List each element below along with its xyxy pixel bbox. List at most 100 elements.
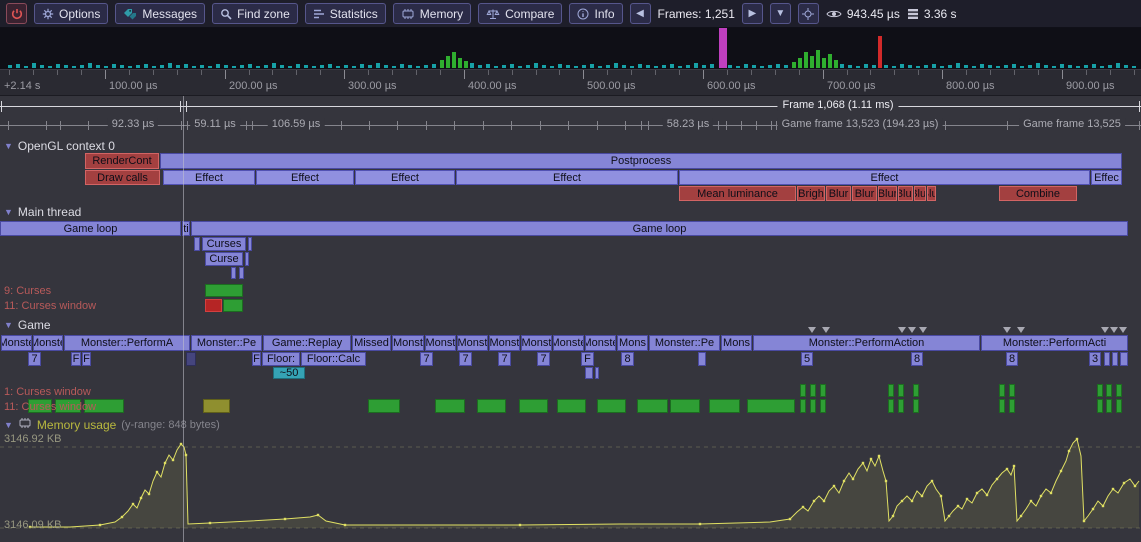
zone-game-loop[interactable]: Game loop [0,221,181,236]
zone-monster-performaction[interactable]: Monster::PerformAction [753,335,980,351]
zone-effect[interactable]: Effect [355,170,455,185]
frame-time-bar[interactable] [160,65,164,68]
zone[interactable] [800,399,806,413]
frame-time-bar[interactable] [1068,65,1072,68]
zone[interactable] [186,352,196,366]
find-zone-button[interactable]: Find zone [212,3,298,24]
frame-time-bar[interactable] [776,64,780,68]
frame-time-bar[interactable] [686,65,690,68]
zone-monst[interactable]: Monst [457,335,488,351]
zone--50[interactable]: ~50 [273,367,305,379]
frame-time-bar[interactable] [834,60,838,68]
frame-time-bar[interactable] [932,64,936,68]
zone-floor-[interactable]: Floor: [262,352,300,366]
zone-blur[interactable]: Blur [878,186,897,201]
zone[interactable] [1116,384,1122,397]
frame-time-bar[interactable] [280,65,284,68]
zone-effect[interactable]: Effect [163,170,255,185]
frame-time-bar[interactable] [1092,64,1096,68]
zone[interactable] [557,399,586,413]
zone-mons[interactable]: Mons [721,335,752,351]
frame-time-bar[interactable] [744,64,748,68]
frame-time-bar[interactable] [822,58,826,68]
collapsed-zone-marker-icon[interactable] [1110,327,1118,333]
frame-time-bar[interactable] [232,66,236,68]
collapsed-zone-marker-icon[interactable] [822,327,830,333]
frame-time-bar[interactable] [972,66,976,68]
zone-f[interactable]: F [71,352,81,366]
frame-time-bar[interactable] [816,50,820,68]
zone-blur[interactable]: Blur [914,186,926,201]
frame-time-bar[interactable] [176,65,180,68]
frame-time-bar[interactable] [424,65,428,68]
frame-time-bar[interactable] [810,56,814,68]
zone[interactable] [194,237,200,251]
go-to-frame-button[interactable] [798,3,819,24]
zone[interactable] [368,399,400,413]
zone[interactable] [585,367,593,379]
frame-time-bar[interactable] [719,28,727,68]
frame-time-bar[interactable] [458,58,462,68]
frame-time-bar[interactable] [916,66,920,68]
zone[interactable] [698,352,706,366]
zone-curse[interactable]: Curse [205,252,243,266]
frame-time-bar[interactable] [638,64,642,68]
frame-time-bar[interactable] [248,64,252,68]
zone-monste[interactable]: Monste [585,335,616,351]
collapsed-zone-marker-icon[interactable] [919,327,927,333]
frame-time-bar[interactable] [16,64,20,68]
frame-time-bar[interactable] [878,36,882,68]
zone[interactable] [223,299,243,312]
zone[interactable] [597,399,626,413]
frame-time-bar[interactable] [416,66,420,68]
frame-time-bar[interactable] [784,65,788,68]
zone[interactable] [205,284,243,297]
frame-time-bar[interactable] [452,52,456,68]
subframe-band[interactable]: 92.33 µs59.11 µs106.59 µs58.23 µsGame fr… [0,116,1141,134]
zone[interactable] [898,399,904,413]
frame-time-bar[interactable] [872,65,876,68]
frame-time-bar[interactable] [304,65,308,68]
section-header-memory[interactable]: ▼ Memory usage (y-range: 848 bytes) [4,417,220,432]
frame-time-bar[interactable] [64,65,68,68]
zone[interactable] [1120,352,1128,366]
zone-game-replay[interactable]: Game::Replay [263,335,351,351]
zone-combine[interactable]: Combine [999,186,1077,201]
frame-time-bar[interactable] [798,58,802,68]
frame-band-label[interactable]: Frame 1,068 (1.11 ms) [777,99,898,111]
zone[interactable] [477,399,506,413]
frame-time-bar[interactable] [980,64,984,68]
frame-time-bar[interactable] [864,64,868,68]
frame-time-bar[interactable] [924,65,928,68]
zone[interactable] [1116,399,1122,413]
zone-effect[interactable]: Effect [256,170,354,185]
frame-time-bar[interactable] [582,65,586,68]
frame-set-menu-button[interactable]: ▼ [770,3,791,24]
frame-time-bar[interactable] [320,65,324,68]
zone-postprocess[interactable]: Postprocess [160,153,1122,169]
frame-time-bar[interactable] [526,65,530,68]
zone[interactable] [248,237,252,251]
frame-time-bar[interactable] [192,66,196,68]
zone-floor-calc[interactable]: Floor::Calc [301,352,366,366]
zone[interactable] [1104,352,1110,366]
time-axis[interactable]: +2.14 s 100.00 µs200.00 µs300.00 µs400.0… [0,70,1141,96]
frame-time-bar[interactable] [478,65,482,68]
frame-time-bar[interactable] [1020,66,1024,68]
frame-time-bar[interactable] [376,63,380,68]
frame-time-bar[interactable] [344,65,348,68]
zone-brigh[interactable]: Brigh [797,186,825,201]
collapsed-zone-marker-icon[interactable] [808,327,816,333]
frame-time-bar[interactable] [728,65,732,68]
frame-time-bar[interactable] [614,63,618,68]
frame-time-bar[interactable] [224,65,228,68]
frame-histogram[interactable] [0,28,1141,70]
zone-blur[interactable]: Blur [898,186,913,201]
frame-time-bar[interactable] [510,64,514,68]
frame-time-bar[interactable] [1108,65,1112,68]
zone[interactable] [245,252,249,266]
frame-time-bar[interactable] [24,66,28,68]
frame-time-bar[interactable] [328,64,332,68]
frame-time-bar[interactable] [264,65,268,68]
options-button[interactable]: Options [34,3,108,24]
